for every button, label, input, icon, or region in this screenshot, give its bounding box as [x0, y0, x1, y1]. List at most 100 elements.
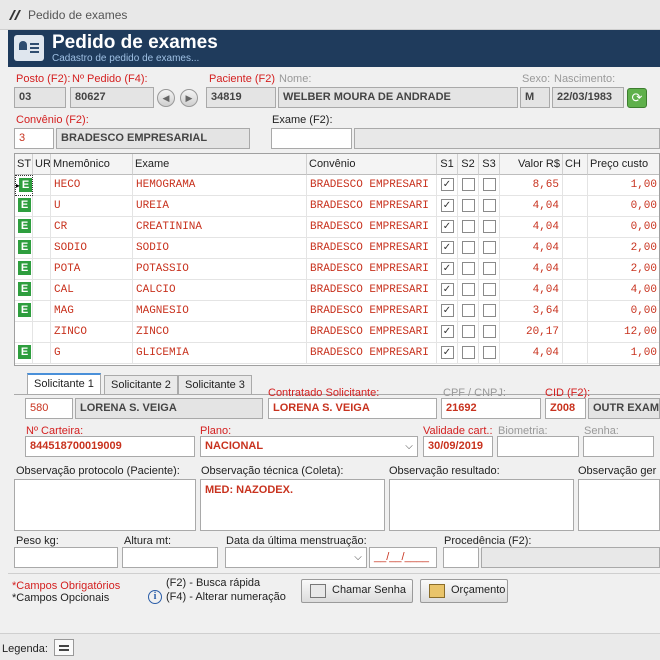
solicitante-code-field[interactable]: 580 [25, 398, 73, 419]
s1-checkbox-cell[interactable]: ✓ [437, 301, 458, 322]
col-ch-header[interactable]: CH [563, 154, 588, 175]
table-row[interactable]: E CAL CALCIO BRADESCO EMPRESARI ✓ 4,04 4,00 [15, 280, 659, 301]
sexo-field[interactable]: M [520, 87, 550, 108]
refresh-patient-button[interactable]: ⟳ [627, 88, 647, 108]
obs-resultado-textarea[interactable] [389, 479, 574, 531]
table-row[interactable]: E MAG MAGNESIO BRADESCO EMPRESARI ✓ 3,64 0,00 [15, 301, 659, 322]
col-s2-header[interactable]: S2 [458, 154, 479, 175]
contratado-field[interactable]: LORENA S. VEIGA [268, 398, 437, 419]
s3-checkbox[interactable] [482, 283, 496, 296]
chevron-down-icon[interactable]: ⌵ [402, 437, 416, 456]
s1-checkbox[interactable]: ✓ [440, 304, 454, 317]
s1-checkbox[interactable]: ✓ [440, 283, 454, 296]
s2-checkbox-cell[interactable] [458, 343, 479, 364]
obs-protocolo-textarea[interactable] [14, 479, 196, 531]
table-row[interactable]: E POTA POTASSIO BRADESCO EMPRESARI ✓ 4,04 2,00 [15, 259, 659, 280]
s1-checkbox-cell[interactable]: ✓ [437, 259, 458, 280]
s1-checkbox[interactable]: ✓ [440, 178, 454, 191]
legend-list-icon[interactable] [54, 639, 74, 656]
s1-checkbox[interactable]: ✓ [440, 325, 454, 338]
col-preco-custo-header[interactable]: Preço custo [588, 154, 659, 175]
table-row[interactable]: E U UREIA BRADESCO EMPRESARI ✓ 4,04 0,00 [15, 196, 659, 217]
s1-checkbox[interactable]: ✓ [440, 262, 454, 275]
procedencia-code-field[interactable] [443, 547, 479, 568]
carteira-field[interactable]: 844518700019009 [25, 436, 195, 457]
orcamento-button[interactable]: Orçamento [420, 579, 508, 603]
cpf-field[interactable]: 21692 [441, 398, 541, 419]
s2-checkbox-cell[interactable] [458, 322, 479, 343]
paciente-code-field[interactable]: 34819 [206, 87, 276, 108]
s2-checkbox[interactable] [461, 241, 475, 254]
solicitante-name-field[interactable]: LORENA S. VEIGA [75, 398, 263, 419]
s1-checkbox-cell[interactable]: ✓ [437, 175, 458, 196]
s1-checkbox[interactable]: ✓ [440, 199, 454, 212]
tab-solicitante-2[interactable]: Solicitante 2 [104, 375, 178, 395]
peso-field[interactable] [14, 547, 118, 568]
col-valor-header[interactable]: Valor R$ [500, 154, 563, 175]
s2-checkbox[interactable] [461, 220, 475, 233]
npedido-field[interactable]: 80627 [70, 87, 154, 108]
s1-checkbox-cell[interactable]: ✓ [437, 196, 458, 217]
s1-checkbox[interactable]: ✓ [440, 346, 454, 359]
table-row[interactable]: ZINCO ZINCO BRADESCO EMPRESARI ✓ 20,17 12,00 [15, 322, 659, 343]
exame-input[interactable] [271, 128, 352, 149]
col-s3-header[interactable]: S3 [479, 154, 500, 175]
s3-checkbox-cell[interactable] [479, 217, 500, 238]
s3-checkbox[interactable] [482, 178, 496, 191]
table-row[interactable]: E CR CREATININA BRADESCO EMPRESARI ✓ 4,04 0,00 [15, 217, 659, 238]
s1-checkbox[interactable]: ✓ [440, 241, 454, 254]
s2-checkbox-cell[interactable] [458, 196, 479, 217]
table-row[interactable]: E G GLICEMIA BRADESCO EMPRESARI ✓ 4,04 1,00 [15, 343, 659, 364]
altura-field[interactable] [122, 547, 218, 568]
tab-solicitante-1[interactable]: Solicitante 1 [27, 373, 101, 395]
s1-checkbox[interactable]: ✓ [440, 220, 454, 233]
s3-checkbox-cell[interactable] [479, 175, 500, 196]
s2-checkbox-cell[interactable] [458, 175, 479, 196]
s2-checkbox-cell[interactable] [458, 259, 479, 280]
s2-checkbox[interactable] [461, 304, 475, 317]
s3-checkbox-cell[interactable] [479, 196, 500, 217]
validade-field[interactable]: 30/09/2019 [423, 436, 493, 457]
s1-checkbox-cell[interactable]: ✓ [437, 280, 458, 301]
table-row[interactable]: ▶ E HECO HEMOGRAMA BRADESCO EMPRESARI ✓ 8,65 1,… [15, 175, 659, 196]
chamar-senha-button[interactable]: Chamar Senha [301, 579, 413, 603]
s1-checkbox-cell[interactable]: ✓ [437, 238, 458, 259]
s3-checkbox[interactable] [482, 262, 496, 275]
s3-checkbox-cell[interactable] [479, 322, 500, 343]
convenio-code-field[interactable]: 3 [14, 128, 54, 149]
obs-tecnica-textarea[interactable]: MED: NAZODEX. [200, 479, 385, 531]
col-ur-header[interactable]: UR [33, 154, 51, 175]
s3-checkbox[interactable] [482, 304, 496, 317]
col-st-header[interactable]: ST [15, 154, 33, 175]
posto-field[interactable]: 03 [14, 87, 66, 108]
col-mnemonico-header[interactable]: Mnemônico [51, 154, 133, 175]
s1-checkbox-cell[interactable]: ✓ [437, 343, 458, 364]
s2-checkbox[interactable] [461, 283, 475, 296]
s2-checkbox[interactable] [461, 346, 475, 359]
senha-field[interactable] [583, 436, 654, 457]
plano-select[interactable]: NACIONAL [200, 436, 418, 457]
previous-order-button[interactable]: ◀ [157, 89, 175, 107]
s3-checkbox-cell[interactable] [479, 259, 500, 280]
s1-checkbox-cell[interactable]: ✓ [437, 322, 458, 343]
s2-checkbox-cell[interactable] [458, 301, 479, 322]
menstruacao-select[interactable] [225, 547, 367, 568]
s2-checkbox-cell[interactable] [458, 238, 479, 259]
s2-checkbox-cell[interactable] [458, 217, 479, 238]
chevron-down-icon[interactable]: ⌵ [351, 548, 365, 567]
s3-checkbox[interactable] [482, 220, 496, 233]
table-row[interactable]: E SODIO SODIO BRADESCO EMPRESARI ✓ 4,04 2,00 [15, 238, 659, 259]
col-exame-header[interactable]: Exame [133, 154, 307, 175]
convenio-name-field[interactable]: BRADESCO EMPRESARIAL [56, 128, 250, 149]
next-order-button[interactable]: ▶ [180, 89, 198, 107]
s3-checkbox-cell[interactable] [479, 238, 500, 259]
s2-checkbox[interactable] [461, 262, 475, 275]
obs-geral-textarea[interactable] [578, 479, 660, 531]
s2-checkbox[interactable] [461, 199, 475, 212]
menstruacao-date-field[interactable]: __/__/____ [369, 547, 437, 568]
s3-checkbox-cell[interactable] [479, 343, 500, 364]
s3-checkbox[interactable] [482, 199, 496, 212]
tab-solicitante-3[interactable]: Solicitante 3 [178, 375, 252, 395]
s1-checkbox-cell[interactable]: ✓ [437, 217, 458, 238]
s2-checkbox[interactable] [461, 178, 475, 191]
